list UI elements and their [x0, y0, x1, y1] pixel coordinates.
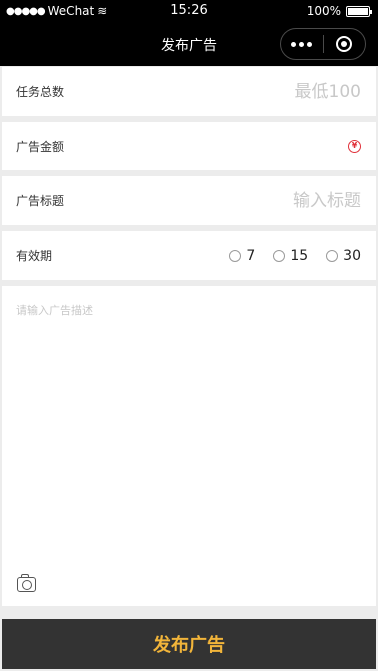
ad-title-row: 广告标题 [2, 176, 376, 225]
publish-ad-button[interactable]: 发布广告 [2, 619, 376, 669]
capsule-menu [280, 28, 366, 60]
battery-icon [346, 5, 372, 17]
battery-percent: 100% [306, 4, 341, 18]
validity-row: 有效期 7 15 30 [2, 231, 376, 280]
description-box [2, 286, 376, 606]
validity-label: 有效期 [16, 249, 53, 263]
nav-bar: 发布广告 [0, 22, 378, 66]
coin-icon: ¥ [348, 139, 361, 153]
ad-title-label: 广告标题 [16, 194, 65, 208]
validity-radio-group: 7 15 30 [229, 248, 361, 264]
more-button[interactable] [281, 29, 323, 59]
close-button[interactable] [324, 29, 366, 59]
validity-option-15[interactable]: 15 [273, 248, 308, 264]
task-total-label: 任务总数 [16, 85, 65, 99]
radio-icon[interactable] [326, 249, 339, 262]
close-icon [336, 36, 353, 52]
task-total-row: 任务总数 [2, 67, 376, 116]
validity-option-7[interactable]: 7 [229, 248, 255, 264]
more-icon [291, 41, 313, 47]
task-total-input[interactable] [201, 81, 361, 102]
radio-icon[interactable] [229, 249, 242, 262]
radio-icon[interactable] [273, 249, 286, 262]
battery-fill [348, 7, 368, 15]
camera-icon[interactable] [17, 574, 36, 592]
status-bar: ●●●●● WeChat ≋ 15:26 100% [0, 0, 378, 22]
description-textarea[interactable] [16, 302, 361, 562]
validity-option-30[interactable]: 30 [326, 248, 361, 264]
ad-title-input[interactable] [201, 190, 361, 211]
ad-amount-label: 广告金额 [16, 139, 65, 154]
ad-amount-row: 广告金额 ¥ [2, 122, 376, 170]
